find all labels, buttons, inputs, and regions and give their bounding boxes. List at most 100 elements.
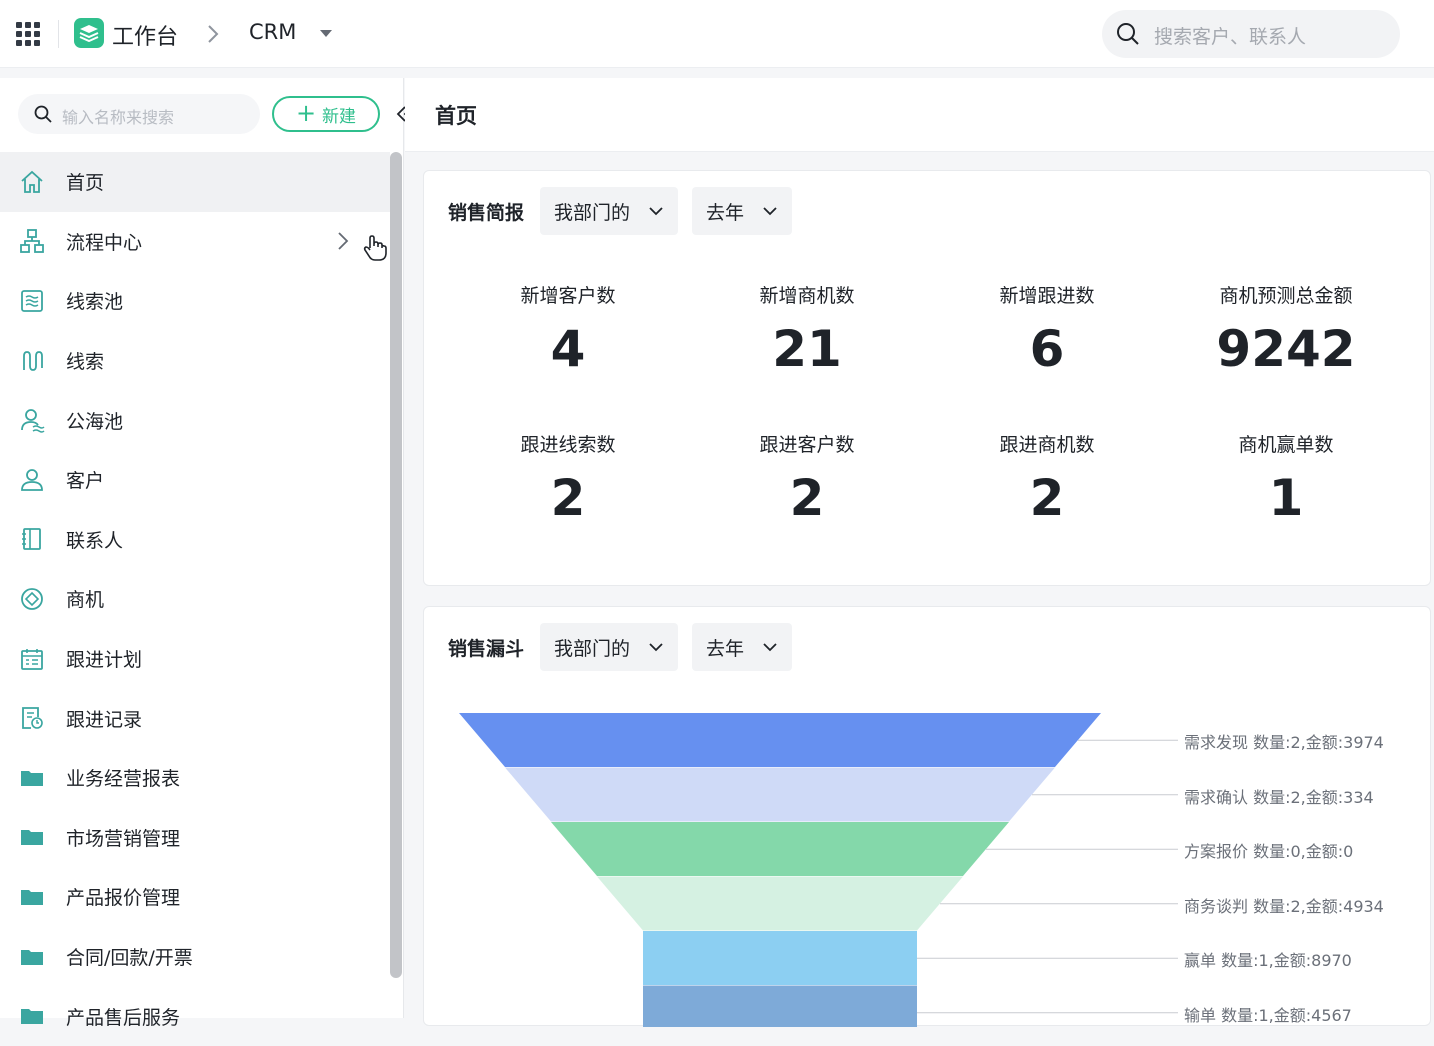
sidebar-item-label: 跟进记录 bbox=[66, 708, 143, 731]
funnel-stage-5[interactable] bbox=[643, 931, 917, 985]
stat-forecast-amount[interactable]: 商机预测总金额 9242 bbox=[1166, 281, 1406, 378]
stat-label: 新增客户数 bbox=[520, 285, 616, 307]
stat-value: 2 bbox=[550, 469, 586, 527]
sidebar-item-label: 流程中心 bbox=[66, 231, 143, 254]
search-icon bbox=[1117, 23, 1139, 45]
sidebar-nav: 首页 流程中心 线索池 线索 公海池 客户 联系人 商机 跟进计划 跟进记录 业… bbox=[0, 152, 390, 1046]
sidebar-item-label: 跟进计划 bbox=[66, 649, 143, 672]
home-icon bbox=[18, 168, 46, 196]
stat-followed-leads[interactable]: 跟进线索数 2 bbox=[448, 430, 688, 527]
workbench-logo-icon[interactable] bbox=[74, 18, 104, 48]
chevron-right-icon bbox=[338, 231, 349, 250]
sidebar-search-input[interactable]: 输入名称来搜索 bbox=[18, 94, 260, 134]
sidebar-item-opportunity[interactable]: 商机 bbox=[0, 569, 390, 629]
search-icon bbox=[34, 105, 52, 123]
sidebar-item-flow-center[interactable]: 流程中心 bbox=[0, 212, 390, 272]
sidebar-item-quote[interactable]: 产品报价管理 bbox=[0, 867, 390, 927]
hand-cursor-icon bbox=[363, 235, 387, 261]
funnel-stage-label: 方案报价 数量:0,金额:0 bbox=[1184, 842, 1354, 862]
folder-icon bbox=[18, 1002, 46, 1030]
folder-icon bbox=[18, 943, 46, 971]
sidebar-item-contract[interactable]: 合同/回款/开票 bbox=[0, 927, 390, 987]
sidebar-item-label: 线索池 bbox=[66, 291, 124, 314]
funnel-stage-2[interactable] bbox=[505, 767, 1055, 822]
funnel-stage-label: 需求确认 数量:2,金额:334 bbox=[1184, 787, 1374, 807]
folder-icon bbox=[18, 764, 46, 792]
stat-followed-customers[interactable]: 跟进客户数 2 bbox=[687, 430, 927, 527]
stat-value: 1 bbox=[1268, 469, 1304, 527]
top-bar: 工作台 CRM 搜索客户、联系人 bbox=[0, 0, 1434, 68]
stat-label: 跟进客户数 bbox=[759, 434, 855, 456]
stat-value: 9242 bbox=[1216, 320, 1356, 378]
sidebar-item-after-sales[interactable]: 产品售后服务 bbox=[0, 986, 390, 1046]
stat-new-followups[interactable]: 新增跟进数 6 bbox=[927, 281, 1167, 378]
opportunity-icon bbox=[18, 585, 46, 613]
search-placeholder: 搜索客户、联系人 bbox=[1154, 26, 1307, 48]
funnel-stage-label: 需求发现 数量:2,金额:3974 bbox=[1184, 733, 1384, 753]
sidebar-item-follow-plan[interactable]: 跟进计划 bbox=[0, 629, 390, 689]
stat-label: 跟进商机数 bbox=[999, 434, 1095, 456]
sidebar-item-label: 市场营销管理 bbox=[66, 827, 181, 850]
sidebar-item-follow-record[interactable]: 跟进记录 bbox=[0, 688, 390, 748]
stat-label: 商机预测总金额 bbox=[1219, 285, 1353, 307]
sidebar-scrollbar[interactable] bbox=[390, 152, 402, 978]
sales-funnel-card: 销售漏斗 我部门的 去年 需求发现 数量:2,金额:3974 需求确认 数量:2,… bbox=[423, 606, 1431, 1028]
sidebar-item-lead-pool[interactable]: 线索池 bbox=[0, 271, 390, 331]
customer-icon bbox=[18, 466, 46, 494]
funnel-stage-1[interactable] bbox=[459, 713, 1101, 767]
funnel-stage-label: 赢单 数量:1,金额:8970 bbox=[1184, 951, 1352, 971]
new-button[interactable]: + 新建 bbox=[272, 96, 380, 132]
stat-value: 4 bbox=[550, 320, 586, 378]
stat-new-opportunities[interactable]: 新增商机数 21 bbox=[687, 281, 927, 378]
divider bbox=[58, 20, 59, 48]
sidebar: 输入名称来搜索 + 新建 首页 流程中心 线索池 线索 公海池 客户 联系人 商… bbox=[0, 78, 413, 1029]
sidebar-item-contact[interactable]: 联系人 bbox=[0, 510, 390, 570]
public-pool-icon bbox=[18, 406, 46, 434]
stat-new-customers[interactable]: 新增客户数 4 bbox=[448, 281, 688, 378]
stat-label: 新增商机数 bbox=[759, 285, 855, 307]
sidebar-item-label: 联系人 bbox=[66, 529, 124, 552]
sidebar-item-marketing[interactable]: 市场营销管理 bbox=[0, 808, 390, 868]
main-content: 首页 销售简报 我部门的 去年 新增客户数 4 新增商机数 21 新增跟进数 6 bbox=[405, 78, 1434, 1027]
stat-value: 2 bbox=[789, 469, 825, 527]
sidebar-item-business-report[interactable]: 业务经营报表 bbox=[0, 748, 390, 808]
lead-pool-icon bbox=[18, 287, 46, 315]
brief-period-value: 去年 bbox=[706, 201, 745, 224]
sales-brief-header: 销售简报 我部门的 去年 bbox=[448, 187, 806, 235]
stat-label: 商机赢单数 bbox=[1238, 434, 1334, 456]
brief-scope-value: 我部门的 bbox=[554, 201, 631, 224]
sidebar-item-lead[interactable]: 线索 bbox=[0, 331, 390, 391]
workbench-link[interactable]: 工作台 bbox=[112, 19, 178, 51]
sidebar-item-home[interactable]: 首页 bbox=[0, 152, 390, 212]
sidebar-item-label: 业务经营报表 bbox=[66, 768, 181, 791]
page-title: 首页 bbox=[435, 104, 477, 128]
sidebar-item-label: 客户 bbox=[66, 470, 105, 493]
brief-period-dropdown[interactable]: 去年 bbox=[692, 187, 793, 235]
chevron-down-icon bbox=[763, 207, 777, 216]
sidebar-item-public-pool[interactable]: 公海池 bbox=[0, 390, 390, 450]
new-button-label: 新建 bbox=[322, 106, 357, 127]
lead-icon bbox=[18, 347, 46, 375]
chevron-down-icon bbox=[649, 207, 663, 216]
stat-value: 6 bbox=[1029, 320, 1065, 378]
stat-won-deals[interactable]: 商机赢单数 1 bbox=[1166, 430, 1406, 527]
sidebar-item-label: 合同/回款/开票 bbox=[66, 947, 193, 970]
global-search-input[interactable]: 搜索客户、联系人 bbox=[1102, 10, 1400, 58]
sales-brief-title: 销售简报 bbox=[448, 201, 525, 224]
apps-grid-icon[interactable] bbox=[16, 22, 40, 46]
caret-down-icon[interactable] bbox=[320, 30, 332, 37]
funnel-stage-4[interactable] bbox=[597, 876, 963, 931]
app-switcher[interactable]: CRM bbox=[249, 20, 296, 44]
funnel-stage-label: 商务谈判 数量:2,金额:4934 bbox=[1184, 896, 1384, 916]
funnel-stage-6[interactable] bbox=[643, 985, 917, 1028]
funnel-stage-label: 输单 数量:1,金额:4567 bbox=[1184, 1005, 1352, 1025]
stat-label: 新增跟进数 bbox=[999, 285, 1095, 307]
contact-icon bbox=[18, 525, 46, 553]
funnel-stage-3[interactable] bbox=[551, 822, 1009, 876]
stat-followed-opportunities[interactable]: 跟进商机数 2 bbox=[927, 430, 1167, 527]
brief-scope-dropdown[interactable]: 我部门的 bbox=[540, 187, 679, 235]
sidebar-item-customer[interactable]: 客户 bbox=[0, 450, 390, 510]
sidebar-item-label: 产品售后服务 bbox=[66, 1006, 181, 1029]
folder-icon bbox=[18, 823, 46, 851]
stat-value: 2 bbox=[1029, 469, 1065, 527]
